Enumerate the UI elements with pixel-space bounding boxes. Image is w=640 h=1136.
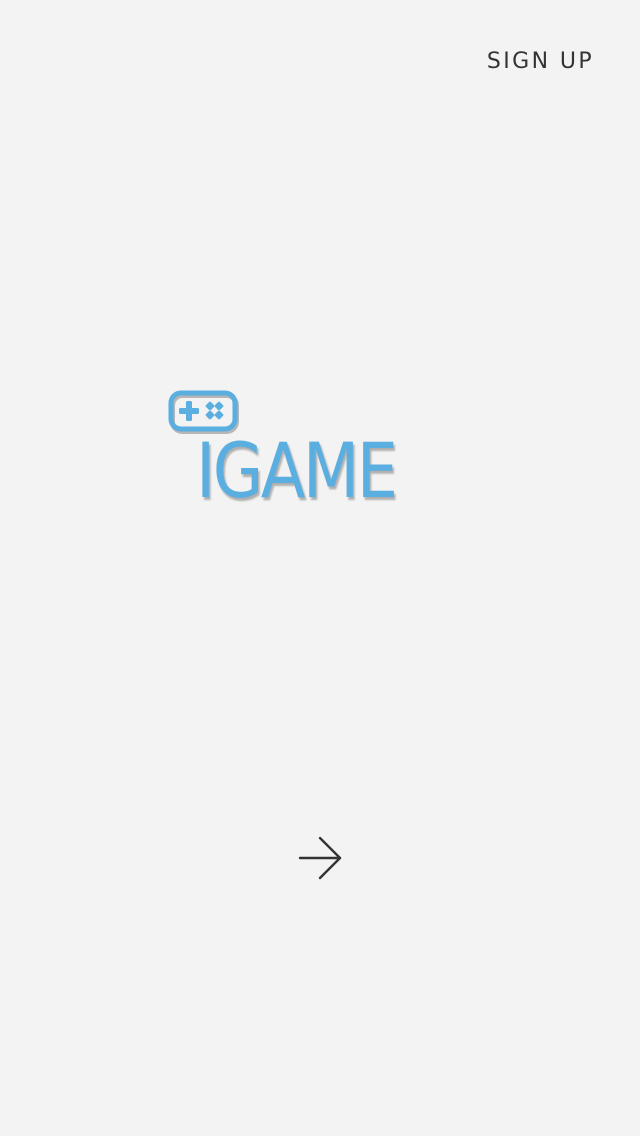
- app-logo: IGAME: [168, 390, 448, 520]
- welcome-screen: SIGN UP IGAME: [0, 0, 640, 1136]
- logo-text: IGAME: [196, 426, 398, 515]
- next-button[interactable]: [294, 832, 346, 884]
- arrow-right-icon: [294, 832, 346, 884]
- sign-up-button[interactable]: SIGN UP: [487, 44, 594, 80]
